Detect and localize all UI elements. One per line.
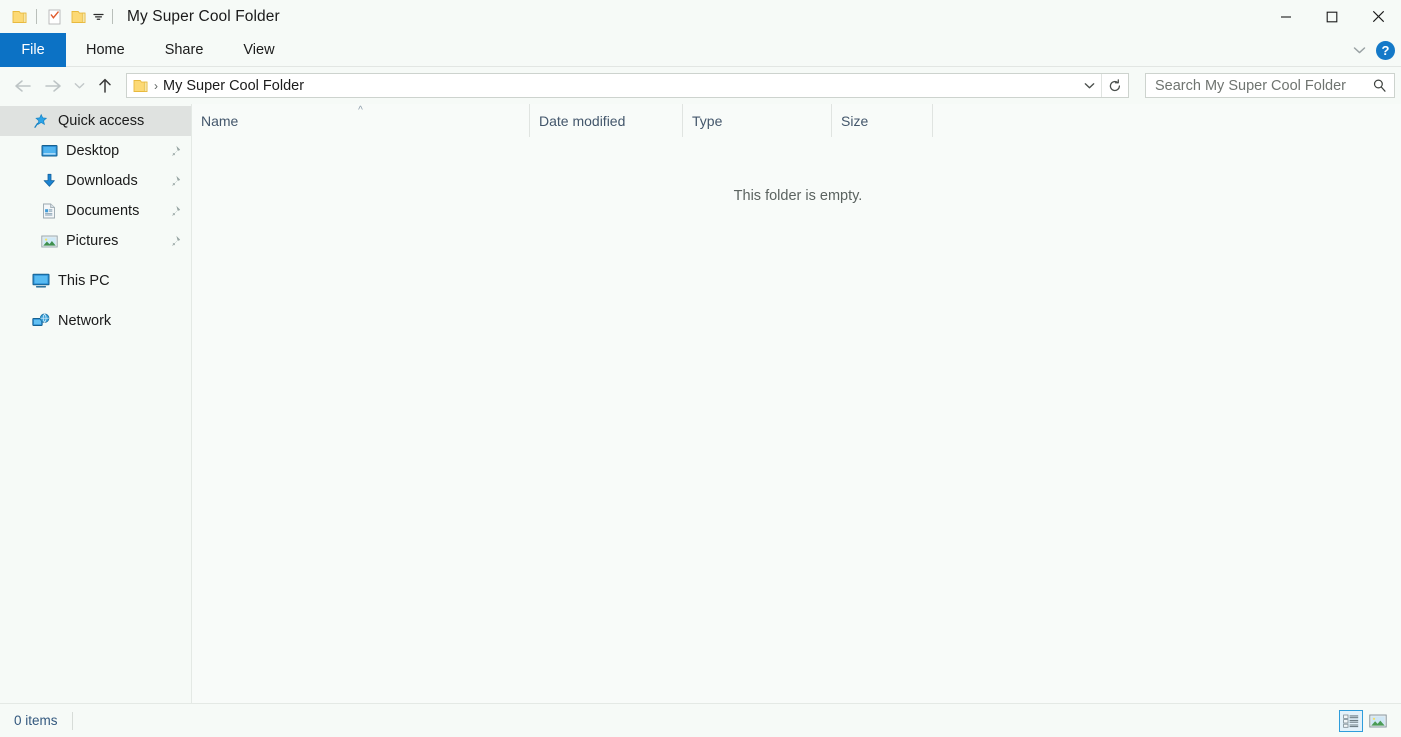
network-icon xyxy=(30,313,52,329)
title-bar: My Super Cool Folder xyxy=(0,0,1401,33)
sidebar-item-documents[interactable]: Documents xyxy=(0,196,191,226)
status-bar-left: 0 items xyxy=(0,704,73,737)
sidebar-item-label: Quick access xyxy=(58,113,145,129)
file-list-area[interactable]: This folder is empty. xyxy=(192,137,1401,703)
sidebar-gap-2 xyxy=(0,296,191,306)
refresh-icon[interactable] xyxy=(1102,74,1128,97)
pin-icon[interactable] xyxy=(169,235,181,247)
column-header-label: Type xyxy=(692,112,723,129)
sidebar-item-this-pc[interactable]: This PC xyxy=(0,266,191,296)
properties-icon[interactable] xyxy=(42,5,66,29)
qat-separator-2 xyxy=(112,9,113,24)
ribbon-right-controls: ? xyxy=(1348,33,1395,67)
tab-view[interactable]: View xyxy=(223,33,294,67)
sidebar-item-label: Documents xyxy=(66,203,140,219)
empty-folder-message: This folder is empty. xyxy=(733,188,863,204)
desktop-icon xyxy=(38,144,60,159)
large-icons-view-button[interactable] xyxy=(1366,710,1390,732)
file-explorer-window: My Super Cool Folder File Home Share Vie… xyxy=(0,0,1401,737)
pin-icon[interactable] xyxy=(169,175,181,187)
recent-locations-button[interactable] xyxy=(68,71,90,101)
quick-access-toolbar: My Super Cool Folder xyxy=(0,0,280,33)
item-count-label: 0 items xyxy=(14,713,58,728)
sidebar-gap-1 xyxy=(0,256,191,266)
file-list-pane: ^ Name Date modified Type Size This fold… xyxy=(192,104,1401,703)
sort-ascending-icon: ^ xyxy=(358,105,363,116)
chevron-down-icon[interactable] xyxy=(1348,37,1370,63)
column-header-label: Name xyxy=(201,112,239,129)
column-header-label: Size xyxy=(841,112,869,129)
sidebar-item-quick-access[interactable]: Quick access xyxy=(0,106,191,136)
documents-icon xyxy=(38,203,60,219)
tab-home[interactable]: Home xyxy=(66,33,145,67)
search-input[interactable]: Search My Super Cool Folder xyxy=(1146,78,1364,94)
pin-icon[interactable] xyxy=(169,205,181,217)
search-icon[interactable] xyxy=(1364,74,1394,97)
chevron-down-icon[interactable] xyxy=(1077,74,1101,97)
sidebar-item-downloads[interactable]: Downloads xyxy=(0,166,191,196)
sidebar-item-label: Desktop xyxy=(66,143,120,159)
details-view-button[interactable] xyxy=(1339,709,1363,732)
this-pc-icon xyxy=(30,273,52,289)
column-header-size[interactable]: Size xyxy=(832,104,933,137)
column-header-type[interactable]: Type xyxy=(683,104,832,137)
chevron-down-icon[interactable] xyxy=(90,6,107,28)
qat-separator-1 xyxy=(36,9,37,24)
address-bar[interactable]: › My Super Cool Folder xyxy=(126,73,1129,98)
sidebar-item-network[interactable]: Network xyxy=(0,306,191,336)
column-header-name[interactable]: ^ Name xyxy=(192,104,530,137)
column-headers: ^ Name Date modified Type Size xyxy=(192,104,1401,137)
search-box[interactable]: Search My Super Cool Folder xyxy=(1145,73,1395,98)
sidebar-item-label: Pictures xyxy=(66,233,119,249)
sidebar-item-label: This PC xyxy=(58,273,110,289)
tab-file[interactable]: File xyxy=(0,33,66,67)
up-button[interactable] xyxy=(90,71,120,101)
folder-icon[interactable] xyxy=(7,5,31,29)
window-title: My Super Cool Folder xyxy=(127,7,280,25)
window-controls xyxy=(1263,0,1401,33)
status-separator xyxy=(71,711,73,730)
star-pin-icon xyxy=(30,113,52,129)
back-button[interactable] xyxy=(8,71,38,101)
sidebar-item-label: Network xyxy=(58,313,112,329)
sidebar-item-label: Downloads xyxy=(66,173,138,189)
forward-button[interactable] xyxy=(38,71,68,101)
navigation-bar: › My Super Cool Folder Search My Super C… xyxy=(0,67,1401,104)
sidebar-item-desktop[interactable]: Desktop xyxy=(0,136,191,166)
view-mode-buttons xyxy=(1339,709,1390,732)
close-button[interactable] xyxy=(1355,0,1401,33)
explorer-body: Quick access Desktop Downloads Documents… xyxy=(0,104,1401,703)
help-icon[interactable]: ? xyxy=(1376,40,1395,60)
tab-share[interactable]: Share xyxy=(145,33,224,67)
breadcrumb-separator[interactable]: › xyxy=(153,79,163,93)
minimize-button[interactable] xyxy=(1263,0,1309,33)
pin-icon[interactable] xyxy=(169,145,181,157)
pictures-icon xyxy=(38,234,60,249)
ribbon-tab-bar: File Home Share View ? xyxy=(0,33,1401,67)
status-bar: 0 items xyxy=(0,703,1401,737)
maximize-button[interactable] xyxy=(1309,0,1355,33)
navigation-pane: Quick access Desktop Downloads Documents… xyxy=(0,104,192,703)
folder-icon xyxy=(127,79,153,93)
column-header-label: Date modified xyxy=(539,112,626,129)
sidebar-item-pictures[interactable]: Pictures xyxy=(0,226,191,256)
downloads-icon xyxy=(38,173,60,189)
column-header-date-modified[interactable]: Date modified xyxy=(530,104,683,137)
new-folder-icon[interactable] xyxy=(66,5,90,29)
breadcrumb[interactable]: My Super Cool Folder xyxy=(163,78,304,94)
